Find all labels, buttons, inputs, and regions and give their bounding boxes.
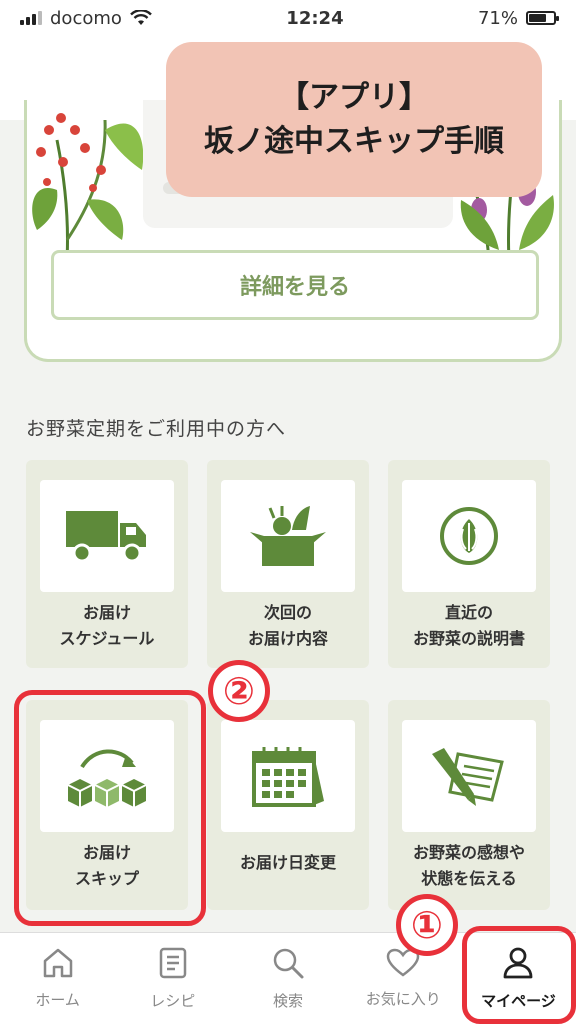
tile-vegetable-guide[interactable]: 直近の お野菜の説明書 [388,460,550,668]
step-2-marker: ② [208,660,270,722]
search-icon [273,948,304,979]
plant-illustration-left [32,113,144,260]
overlay-title-line-1: 【アプリ】 [279,80,429,115]
tab-bar: ホーム レシピ 検索 お気に入り マイページ [0,932,576,1024]
signal-icon [20,11,42,25]
tile-skip-delivery[interactable]: お届け スキップ [26,700,188,910]
section-heading: お野菜定期をご利用中の方へ [26,418,287,440]
onion-icon [440,507,498,565]
tab-home[interactable]: ホーム [0,933,115,1024]
tab-recipe[interactable]: レシピ [115,933,230,1024]
tile-icon-area [40,480,174,592]
clock: 12:24 [286,7,344,29]
battery-icon [526,11,559,25]
tab-label: マイページ [481,992,556,1010]
step-1-marker: ① [396,894,458,956]
battery-fill [529,14,547,22]
tile-icon-area [40,720,174,832]
tile-label: 直近の お野菜の説明書 [412,603,525,648]
tab-label: 検索 [273,992,304,1010]
home-icon [43,948,72,978]
status-right: 71% [477,7,559,29]
battery-percentage: 71% [477,7,518,29]
tile-label: お野菜の感想や 状態を伝える [412,843,525,888]
tab-mypage[interactable]: マイページ [461,933,576,1024]
tab-label: お気に入り [365,990,441,1008]
carrier-name: docomo [50,7,122,29]
tile-label: お届け スキップ [74,843,139,888]
app-screen: docomo 12:24 71% 詳細を見る 【アプリ】 坂ノ途中スキップ手順 … [0,0,576,1024]
tab-label: ホーム [35,991,80,1009]
vegetable-box-icon [250,506,326,566]
tile-icon-area [402,720,536,832]
tile-label: お届け スケジュール [59,603,155,648]
person-icon [504,947,533,979]
tile-label: 次回の お届け内容 [247,603,328,648]
wifi-icon [130,10,152,25]
skip-boxes-icon [67,749,147,807]
view-details-button[interactable]: 詳細を見る [51,250,539,320]
tab-search[interactable]: 検索 [230,933,345,1024]
recipe-icon [159,947,187,979]
tile-delivery-schedule[interactable]: お届け スケジュール [26,460,188,668]
tile-change-delivery-date[interactable]: お届け日変更 [207,700,369,910]
feedback-pen-icon [432,748,504,806]
tile-icon-area [402,480,536,592]
calendar-icon [252,747,324,807]
tile-send-feedback[interactable]: お野菜の感想や 状態を伝える [388,700,550,910]
status-bar: docomo 12:24 71% [0,0,576,36]
tab-label: レシピ [150,992,196,1010]
tile-label: お届け日変更 [239,853,336,872]
overlay-title-line-2: 坂ノ途中スキップ手順 [204,123,504,159]
tile-icon-area [221,720,355,832]
title-overlay: 【アプリ】 坂ノ途中スキップ手順 [166,42,542,197]
tile-next-delivery-contents[interactable]: 次回の お届け内容 [207,460,369,668]
tile-icon-area [221,480,355,592]
status-left: docomo [20,8,152,29]
truck-icon [66,511,146,563]
